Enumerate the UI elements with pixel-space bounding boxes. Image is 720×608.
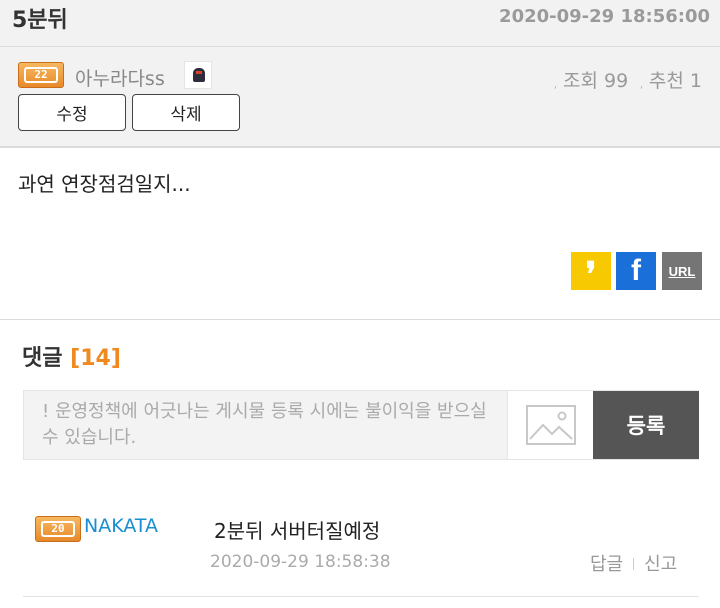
facebook-icon: f [631,254,641,287]
report-button[interactable]: 신고 [644,554,677,575]
action-divider [633,558,635,570]
post-stats: ⸴ 조회 99 ⸴ 추천 1 [548,66,702,93]
recommend-count: 추천 1 [648,70,702,92]
comment-level-badge: 20 [35,516,81,542]
comments-count: [14] [70,346,121,371]
post-date: 2020-09-29 18:56:00 [499,6,710,27]
url-icon: URL [668,263,696,279]
chevron-icon: ⸴ [554,81,557,92]
author-name[interactable]: 아누라다ss [75,64,165,91]
author-level-text: 22 [24,67,58,83]
comment-text: 2분뒤 서버터질예정 [214,519,381,543]
url-copy-button[interactable]: URL [662,252,702,290]
comment-level-text: 20 [41,521,75,537]
post-title: 5분뒤 [12,8,68,33]
submit-comment-button[interactable]: 등록 [593,391,699,459]
comments-heading: 댓글 [14] [22,340,121,372]
reply-button[interactable]: 답글 [590,554,623,575]
comment-date: 2020-09-29 18:58:38 [210,552,391,572]
author-level-badge: 22 [18,62,64,88]
comments-title: 댓글 [22,346,63,371]
section-divider [0,319,720,320]
image-icon [525,405,576,445]
comment-input[interactable] [24,391,507,459]
facebook-share-button[interactable]: f [616,252,656,290]
comment-form: 등록 [23,390,699,460]
comment-divider [23,596,699,597]
delete-button[interactable]: 삭제 [132,94,240,131]
views-count: 조회 99 [562,70,629,92]
comment-actions: 답글 신고 [590,550,677,576]
attach-image-button[interactable] [507,391,593,459]
post-header: 5분뒤 2020-09-29 18:56:00 22 아누라다ss ⸴ 조회 99… [0,0,720,148]
header-divider [0,46,720,47]
kakao-icon: ❜ [585,255,597,295]
comment-nickname[interactable]: NAKATA [84,515,158,537]
chevron-icon: ⸴ [640,81,643,92]
author-avatar-icon[interactable] [184,61,212,89]
kakao-share-button[interactable]: ❜ [571,252,611,295]
post-body: 과연 연장점검일지... [18,172,191,196]
edit-button[interactable]: 수정 [18,94,126,131]
